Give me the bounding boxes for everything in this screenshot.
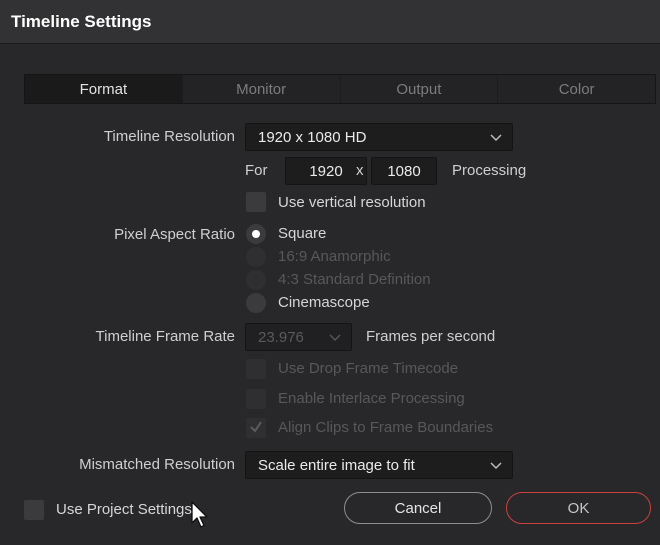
align-clips-label: Align Clips to Frame Boundaries [278,419,494,436]
radio-square[interactable] [246,224,266,244]
radio-anamorphic-label: 16:9 Anamorphic [278,248,391,265]
cancel-button[interactable]: Cancel [344,492,492,524]
interlace-processing-checkbox [246,389,266,409]
use-project-settings-checkbox[interactable] [24,500,44,520]
radio-standard-definition-label: 4:3 Standard Definition [278,271,431,288]
pixel-aspect-ratio-label: Pixel Aspect Ratio [114,226,235,243]
use-project-settings-label[interactable]: Use Project Settings [56,501,192,518]
frame-rate-dropdown: 23.976 [245,323,352,351]
timeline-resolution-label: Timeline Resolution [103,128,235,145]
chevron-down-icon [490,462,502,470]
frame-rate-value: 23.976 [258,328,304,346]
tab-format[interactable]: Format [25,75,183,103]
timeline-resolution-dropdown[interactable]: 1920 x 1080 HD [245,123,513,151]
mouse-pointer-icon [191,501,208,528]
frames-per-second-label: Frames per second [366,328,496,345]
resolution-width-input[interactable]: 1920 [285,157,367,185]
dialog-titlebar: Timeline Settings [0,0,660,44]
radio-cinemascope-label: Cinemascope [278,294,370,311]
resolution-x-label: x [356,162,364,179]
frame-rate-label: Timeline Frame Rate [95,328,235,345]
tab-bar: Format Monitor Output Color [24,74,656,104]
tab-output[interactable]: Output [341,75,499,103]
interlace-processing-label: Enable Interlace Processing [278,390,465,407]
radio-square-label: Square [278,225,327,242]
radio-cinemascope[interactable] [246,293,266,313]
tab-color[interactable]: Color [498,75,655,103]
use-vertical-resolution-label: Use vertical resolution [278,194,426,211]
align-clips-checkbox [246,418,266,438]
chevron-down-icon [329,334,341,342]
mismatched-resolution-value: Scale entire image to fit [258,456,415,474]
drop-frame-timecode-label: Use Drop Frame Timecode [278,360,459,377]
tab-monitor[interactable]: Monitor [183,75,341,103]
radio-standard-definition [246,270,266,290]
processing-label: Processing [452,162,527,179]
mismatched-resolution-dropdown[interactable]: Scale entire image to fit [245,451,513,479]
checkmark-icon [250,421,262,433]
mismatched-resolution-label: Mismatched Resolution [79,456,235,473]
dialog-title: Timeline Settings [11,12,152,31]
drop-frame-timecode-checkbox [246,359,266,379]
radio-anamorphic [246,247,266,267]
ok-button[interactable]: OK [506,492,651,524]
timeline-resolution-value: 1920 x 1080 HD [258,128,367,146]
use-vertical-resolution-checkbox[interactable] [246,192,266,212]
chevron-down-icon [490,134,502,142]
resolution-height-input[interactable]: 1080 [371,157,437,185]
radio-selected-dot [252,230,260,238]
for-label: For [245,162,268,179]
